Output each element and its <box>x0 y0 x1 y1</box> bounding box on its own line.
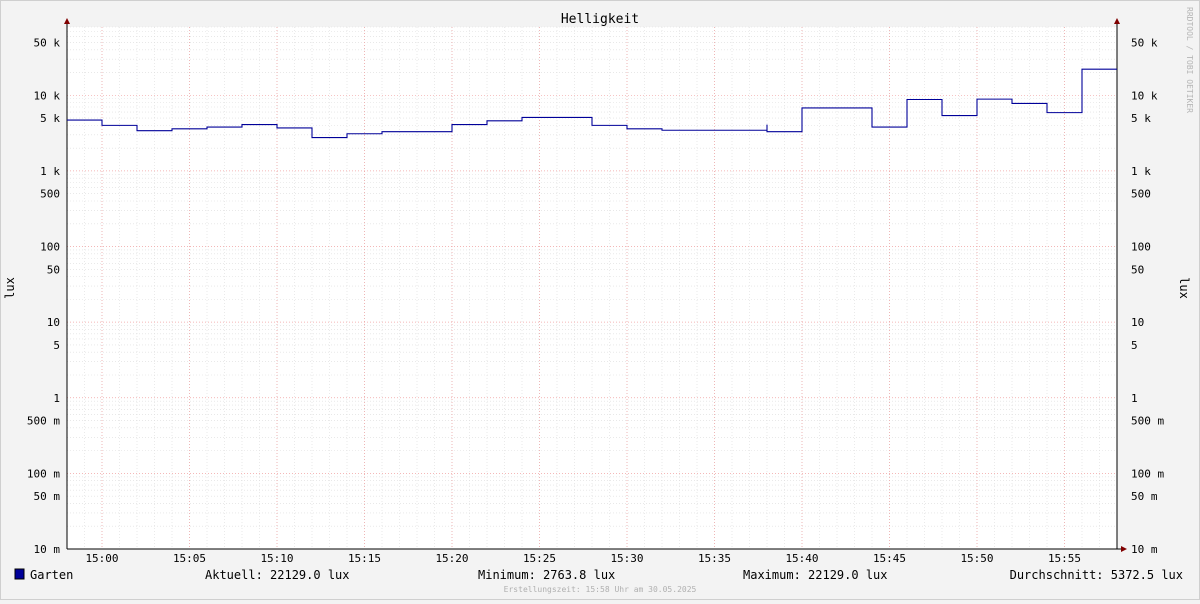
x-tick-label: 15:35 <box>698 552 731 565</box>
y-tick-label-left: 50 m <box>34 490 61 503</box>
y-tick-label-right: 10 k <box>1131 89 1158 102</box>
watermark: RRDTOOL / TOBI OETIKER <box>1185 7 1194 113</box>
y-tick-label-left: 5 <box>53 339 60 352</box>
legend-maximum: Maximum: 22129.0 lux <box>743 568 888 582</box>
x-tick-label: 15:00 <box>85 552 118 565</box>
y-axis-label-right: lux <box>1177 277 1191 299</box>
x-tick-label: 15:25 <box>523 552 556 565</box>
x-tick-label: 15:20 <box>435 552 468 565</box>
legend-minimum: Minimum: 2763.8 lux <box>478 568 615 582</box>
y-tick-label-left: 10 <box>47 316 60 329</box>
y-tick-label-right: 50 k <box>1131 36 1158 49</box>
x-tick-label: 15:50 <box>960 552 993 565</box>
y-tick-label-left: 5 k <box>40 112 60 125</box>
y-tick-label-right: 5 <box>1131 339 1138 352</box>
legend-swatch <box>14 568 25 580</box>
y-axis-label-left: lux <box>3 277 17 299</box>
y-tick-label-right: 100 m <box>1131 467 1164 480</box>
y-tick-label-right: 100 <box>1131 241 1151 254</box>
x-tick-label: 15:15 <box>348 552 381 565</box>
y-tick-label-left: 1 k <box>40 165 60 178</box>
y-tick-label-left: 500 <box>40 188 60 201</box>
y-tick-label-right: 50 <box>1131 263 1144 276</box>
x-tick-label: 15:45 <box>873 552 906 565</box>
y-tick-label-right: 500 m <box>1131 415 1164 428</box>
y-tick-label-left: 100 m <box>27 467 60 480</box>
y-tick-label-right: 500 <box>1131 188 1151 201</box>
legend-current: Aktuell: 22129.0 lux <box>205 568 350 582</box>
chart-root: 50 k 10 k 5 k 1 k 500 100 50 10 5 1 500 m 100 m 50 m… <box>0 0 1200 600</box>
chart-title: Helligkeit <box>561 12 639 27</box>
footer-timestamp: Erstellungszeit: 15:58 Uhr am 30.05.2025 <box>504 585 697 594</box>
y-tick-label-right: 1 k <box>1131 165 1151 178</box>
y-tick-label-left: 1 <box>53 392 60 405</box>
y-tick-label-left: 10 k <box>34 89 61 102</box>
x-tick-label: 15:55 <box>1048 552 1081 565</box>
x-tick-label: 15:30 <box>610 552 643 565</box>
y-tick-label-right: 5 k <box>1131 112 1151 125</box>
x-tick-label: 15:05 <box>173 552 206 565</box>
y-tick-label-left: 10 m <box>34 543 61 556</box>
y-tick-label-left: 50 <box>47 263 60 276</box>
chart: 50 k 10 k 5 k 1 k 500 100 50 10 5 1 500 m 100 m 50 m… <box>0 0 1200 600</box>
legend-series-label: Garten <box>30 568 73 582</box>
y-tick-label-right: 1 <box>1131 392 1138 405</box>
y-tick-label-right: 10 <box>1131 316 1144 329</box>
x-tick-label: 15:10 <box>260 552 293 565</box>
y-tick-label-left: 100 <box>40 241 60 254</box>
legend-average: Durchschnitt: 5372.5 lux <box>1010 568 1183 582</box>
y-tick-label-left: 50 k <box>34 36 61 49</box>
x-tick-label: 15:40 <box>785 552 818 565</box>
y-tick-label-left: 500 m <box>27 415 60 428</box>
y-tick-label-right: 10 m <box>1131 543 1158 556</box>
y-tick-label-right: 50 m <box>1131 490 1158 503</box>
